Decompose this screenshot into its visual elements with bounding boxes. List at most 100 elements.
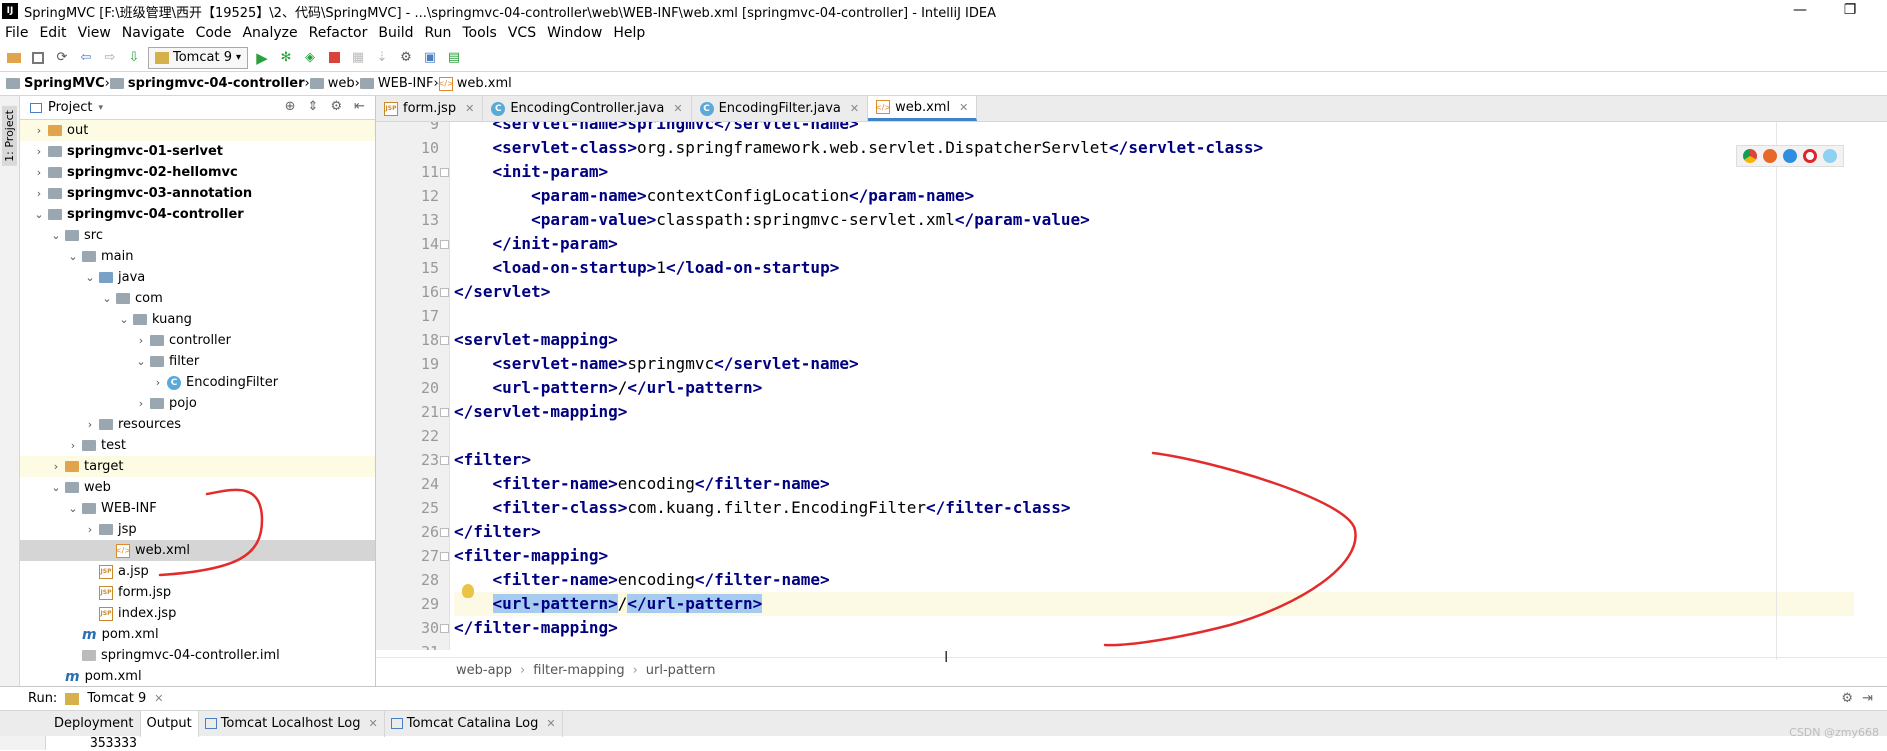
back-icon[interactable]: ⇦ (76, 48, 96, 68)
open-folder-icon[interactable] (4, 48, 24, 68)
code-line[interactable]: <url-pattern>/</url-pattern> (454, 592, 1854, 616)
project-panel-title[interactable]: Project (48, 100, 92, 115)
code-line[interactable]: <filter-name>encoding</filter-name> (454, 472, 1854, 496)
editor-tab[interactable]: JSP form.jsp ✕ (376, 96, 484, 121)
tree-item[interactable]: › controller (20, 330, 375, 351)
code-line[interactable] (454, 304, 1854, 328)
chevron-right-icon[interactable]: › (30, 166, 48, 179)
save-icon[interactable] (28, 48, 48, 68)
code-line[interactable] (454, 424, 1854, 448)
hide-icon[interactable]: ⇤ (354, 99, 365, 114)
build-icon[interactable]: ⇩ (124, 48, 144, 68)
tree-item[interactable]: JSP index.jsp (20, 603, 375, 624)
close-icon[interactable]: ✕ (546, 717, 555, 730)
opera-icon[interactable] (1803, 149, 1817, 163)
editor-crumb[interactable]: filter-mapping (533, 663, 624, 678)
tree-item[interactable]: › jsp (20, 519, 375, 540)
chevron-right-icon[interactable]: › (30, 187, 48, 200)
menu-item-view[interactable]: View (73, 25, 117, 41)
code-line[interactable]: </servlet-mapping> (454, 400, 1854, 424)
lightbulb-icon[interactable] (462, 584, 474, 598)
chevron-right-icon[interactable]: › (149, 376, 167, 389)
fold-marker[interactable] (440, 408, 449, 417)
menu-item-file[interactable]: File (0, 25, 34, 41)
code-line[interactable]: <filter-class>com.kuang.filter.EncodingF… (454, 496, 1854, 520)
fold-marker[interactable] (440, 552, 449, 561)
code-editor[interactable]: 9 10 11 12 13 14 15 16 17 18 19 20 21 22 23 24 25 26 27 28 2… (376, 122, 1887, 650)
nav-crumb[interactable]: web (309, 76, 355, 91)
code-line[interactable]: <filter-mapping> (454, 544, 1854, 568)
chevron-right-icon[interactable]: › (132, 334, 150, 347)
run-config-tab[interactable]: Tomcat 9 (87, 691, 146, 706)
fold-marker[interactable] (440, 624, 449, 633)
code-line[interactable]: <param-value>classpath:springmvc-servlet… (454, 208, 1854, 232)
debug-icon[interactable]: ✻ (276, 48, 296, 68)
run-output-tab[interactable]: Deployment (48, 710, 141, 737)
editor-tab[interactable]: C EncodingController.java ✕ (483, 96, 692, 121)
tree-item[interactable]: ⌄ filter (20, 351, 375, 372)
close-icon[interactable]: ✕ (369, 717, 378, 730)
coverage-icon[interactable]: ◈ (300, 48, 320, 68)
tree-item[interactable]: m pom.xml (20, 624, 375, 645)
tree-item[interactable]: › springmvc-03-annotation (20, 183, 375, 204)
chevron-down-icon[interactable]: ⌄ (30, 208, 48, 221)
chevron-right-icon[interactable]: › (81, 418, 99, 431)
code-line[interactable]: <servlet-name>springmvc</servlet-name> (454, 122, 1854, 136)
nav-crumb[interactable]: WEB-INF (359, 76, 434, 91)
code-line[interactable]: </filter-mapping> (454, 616, 1854, 640)
run-output-tab[interactable]: Output (140, 710, 199, 737)
nav-crumb[interactable]: springmvc-04-controller (109, 76, 305, 91)
gear-icon[interactable]: ⚙ (1841, 691, 1853, 706)
tree-item[interactable]: ⌄ main (20, 246, 375, 267)
run-icon[interactable]: ▶ (252, 48, 272, 68)
tree-item[interactable]: ⌄ com (20, 288, 375, 309)
fold-marker[interactable] (440, 288, 449, 297)
update-icon[interactable]: ⇣ (372, 48, 392, 68)
tree-item[interactable]: › out (20, 120, 375, 141)
chevron-down-icon[interactable]: ⌄ (47, 229, 65, 242)
tree-item[interactable]: JSP a.jsp (20, 561, 375, 582)
tree-item[interactable]: › test (20, 435, 375, 456)
nav-crumb[interactable]: SpringMVC (6, 76, 105, 91)
code-line[interactable]: <servlet-class>org.springframework.web.s… (454, 136, 1854, 160)
chevron-right-icon[interactable]: › (47, 460, 65, 473)
sync-icon[interactable]: ⟳ (52, 48, 72, 68)
menu-item-window[interactable]: Window (542, 25, 608, 41)
editor-tab[interactable]: </> web.xml ✕ (868, 96, 978, 121)
tree-item[interactable]: › springmvc-02-hellomvc (20, 162, 375, 183)
minimize-button[interactable]: — (1780, 0, 1820, 20)
tree-item[interactable]: › pojo (20, 393, 375, 414)
menu-item-navigate[interactable]: Navigate (117, 25, 191, 41)
chevron-down-icon[interactable]: ▾ (98, 103, 103, 113)
menu-item-tools[interactable]: Tools (457, 25, 503, 41)
tree-item[interactable]: ⌄ java (20, 267, 375, 288)
code-line[interactable]: </init-param> (454, 232, 1854, 256)
chevron-down-icon[interactable]: ⌄ (64, 502, 82, 515)
editor-crumb[interactable]: url-pattern (646, 663, 716, 678)
code-line[interactable]: <servlet-mapping> (454, 328, 1854, 352)
tree-item[interactable]: ⌄ springmvc-04-controller (20, 204, 375, 225)
menu-item-run[interactable]: Run (420, 25, 458, 41)
chevron-right-icon[interactable]: › (30, 124, 48, 137)
tree-item[interactable]: › C EncodingFilter (20, 372, 375, 393)
code-line[interactable]: <filter> (454, 448, 1854, 472)
chevron-down-icon[interactable]: ⌄ (132, 355, 150, 368)
run-output-tab[interactable]: Tomcat Localhost Log ✕ (199, 710, 385, 737)
tree-item[interactable]: ⌄ kuang (20, 309, 375, 330)
hide-icon[interactable]: ⇥ (1862, 691, 1873, 706)
chevron-right-icon[interactable]: › (132, 397, 150, 410)
menu-item-build[interactable]: Build (373, 25, 419, 41)
chevron-down-icon[interactable]: ⌄ (47, 481, 65, 494)
close-icon[interactable]: ✕ (850, 102, 859, 115)
chevron-down-icon[interactable]: ⌄ (115, 313, 133, 326)
tree-item[interactable]: </> web.xml (20, 540, 375, 561)
chevron-right-icon[interactable]: › (64, 439, 82, 452)
tree-item[interactable]: › resources (20, 414, 375, 435)
edge-icon[interactable] (1823, 149, 1837, 163)
chevron-right-icon[interactable]: › (30, 145, 48, 158)
code-line[interactable]: <filter-name>encoding</filter-name> (454, 568, 1854, 592)
code-line[interactable]: <load-on-startup>1</load-on-startup> (454, 256, 1854, 280)
chevron-down-icon[interactable]: ⌄ (81, 271, 99, 284)
firefox-icon[interactable] (1763, 149, 1777, 163)
close-icon[interactable]: ✕ (673, 102, 682, 115)
